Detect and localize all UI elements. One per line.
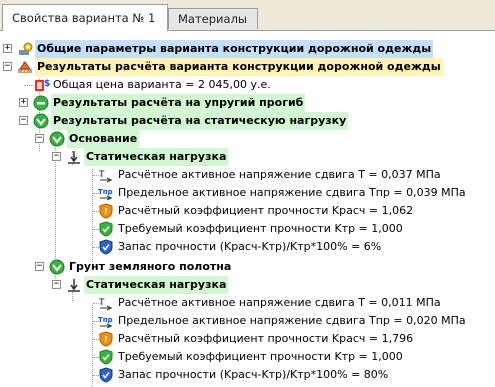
- elastic-result-icon: [33, 95, 49, 111]
- tree-node-general-params[interactable]: + Общие параметры варианта конструкции д…: [0, 40, 495, 58]
- tree-node-price[interactable]: $ Общая цена варианта = 2 045,00 у.е.: [0, 76, 495, 94]
- tree-node-label: Статическая нагрузка: [84, 148, 229, 166]
- road-results-icon: [18, 61, 32, 73]
- result-item-label: Запас прочности (Kрасч-Kтр)/Kтр*100% = 8…: [118, 368, 389, 381]
- svg-text:T: T: [98, 298, 105, 308]
- result-item-label: Предельное активное напряжение сдвига Tп…: [118, 186, 466, 199]
- result-item-label: Требуемый коэффициент прочности Kтр = 1,…: [118, 350, 403, 363]
- load-icon: [68, 279, 80, 292]
- tree-node-label: Результаты расчёта варианта конструкции …: [35, 58, 443, 76]
- gear-params-icon: [19, 42, 33, 55]
- tree-node-label: Основание: [67, 130, 140, 148]
- collapse-button[interactable]: −: [35, 262, 44, 271]
- tree-node-label: Результаты расчёта на упругий прогиб: [51, 94, 306, 112]
- collapse-button[interactable]: −: [52, 280, 61, 289]
- shield-blue-icon: [99, 239, 113, 255]
- svg-text:!: !: [104, 207, 108, 216]
- static-result-icon: [33, 113, 49, 129]
- layer-result-icon: [49, 259, 65, 275]
- tree-node-results[interactable]: − Результаты расчёта варианта конструкци…: [0, 58, 495, 76]
- shield-green-icon: [99, 221, 113, 237]
- result-item[interactable]: Запас прочности (Kрасч-Kтр)/Kтр*100% = 6…: [0, 238, 495, 256]
- result-item[interactable]: Требуемый коэффициент прочности Kтр = 1,…: [0, 220, 495, 238]
- tab-materials[interactable]: Материалы: [168, 8, 258, 29]
- layer-result-icon: [49, 131, 65, 147]
- limit-shear-stress-icon: Tпр: [98, 188, 113, 201]
- result-item[interactable]: Tпр Предельное активное напряжение сдвиг…: [0, 312, 495, 330]
- shield-orange-icon: !: [99, 203, 113, 219]
- collapse-button[interactable]: −: [19, 116, 28, 125]
- tree-node-elastic-deflection[interactable]: + Результаты расчёта на упругий прогиб: [0, 94, 495, 112]
- result-item-label: Расчётное активное напряжение сдвига T =…: [118, 168, 441, 181]
- svg-text:Tпр: Tпр: [98, 188, 113, 196]
- tree-node-soil-static-load[interactable]: − Статическая нагрузка: [0, 276, 495, 294]
- result-item[interactable]: Tпр Предельное активное напряжение сдвиг…: [0, 184, 495, 202]
- tree-node-label: Грунт земляного полотна: [69, 260, 232, 273]
- svg-text:T: T: [98, 170, 105, 180]
- collapse-button[interactable]: −: [35, 134, 44, 143]
- result-item-label: Запас прочности (Kрасч-Kтр)/Kтр*100% = 6…: [118, 240, 382, 253]
- properties-tree[interactable]: + Общие параметры варианта конструкции д…: [0, 30, 495, 387]
- tree-node-label: Статическая нагрузка: [84, 276, 229, 294]
- svg-text:!: !: [104, 335, 108, 344]
- result-item[interactable]: ! Расчётный коэффициент прочности Kрасч …: [0, 202, 495, 220]
- result-item-label: Требуемый коэффициент прочности Kтр = 1,…: [118, 222, 403, 235]
- load-icon: [68, 151, 80, 164]
- tree-node-label: Общая цена варианта = 2 045,00 у.е.: [53, 78, 271, 91]
- result-item[interactable]: T Расчётное активное напряжение сдвига T…: [0, 294, 495, 312]
- expand-button[interactable]: +: [19, 98, 28, 107]
- shield-green-icon: [99, 349, 113, 365]
- shear-stress-icon: T: [98, 170, 113, 183]
- collapse-button[interactable]: −: [3, 62, 12, 71]
- svg-text:$: $: [44, 79, 50, 89]
- shield-orange-icon: !: [99, 331, 113, 347]
- svg-text:Tпр: Tпр: [98, 316, 113, 324]
- tree-node-static-load[interactable]: − Результаты расчёта на статическую нагр…: [0, 112, 495, 130]
- result-item[interactable]: ! Расчётный коэффициент прочности Kрасч …: [0, 330, 495, 348]
- tree-node-base-static-load[interactable]: − Статическая нагрузка: [0, 148, 495, 166]
- result-item[interactable]: Требуемый коэффициент прочности Kтр = 1,…: [0, 348, 495, 366]
- tree-node-label: Общие параметры варианта конструкции дор…: [35, 40, 434, 58]
- result-item-label: Расчётный коэффициент прочности Kрасч = …: [118, 204, 414, 217]
- shield-blue-icon: [99, 367, 113, 383]
- result-item-label: Расчётное активное напряжение сдвига T =…: [118, 296, 441, 309]
- tab-strip: Свойства варианта № 1 Материалы: [0, 0, 495, 31]
- result-item[interactable]: T Расчётное активное напряжение сдвига T…: [0, 166, 495, 184]
- shear-stress-icon: T: [98, 298, 113, 311]
- collapse-button[interactable]: −: [52, 152, 61, 161]
- tree-node-label: Результаты расчёта на статическую нагруз…: [51, 112, 349, 130]
- result-item[interactable]: Запас прочности (Kрасч-Kтр)/Kтр*100% = 8…: [0, 366, 495, 384]
- tree-node-base[interactable]: − Основание: [0, 130, 495, 148]
- result-item-label: Предельное активное напряжение сдвига Tп…: [118, 314, 466, 327]
- price-icon: $: [35, 79, 50, 91]
- expand-button[interactable]: +: [3, 44, 12, 53]
- result-item-label: Расчётный коэффициент прочности Kрасч = …: [118, 332, 414, 345]
- limit-shear-stress-icon: Tпр: [98, 316, 113, 329]
- tree-node-subgrade-soil[interactable]: − Грунт земляного полотна: [0, 258, 495, 276]
- tab-variant-properties[interactable]: Свойства варианта № 1: [2, 4, 168, 31]
